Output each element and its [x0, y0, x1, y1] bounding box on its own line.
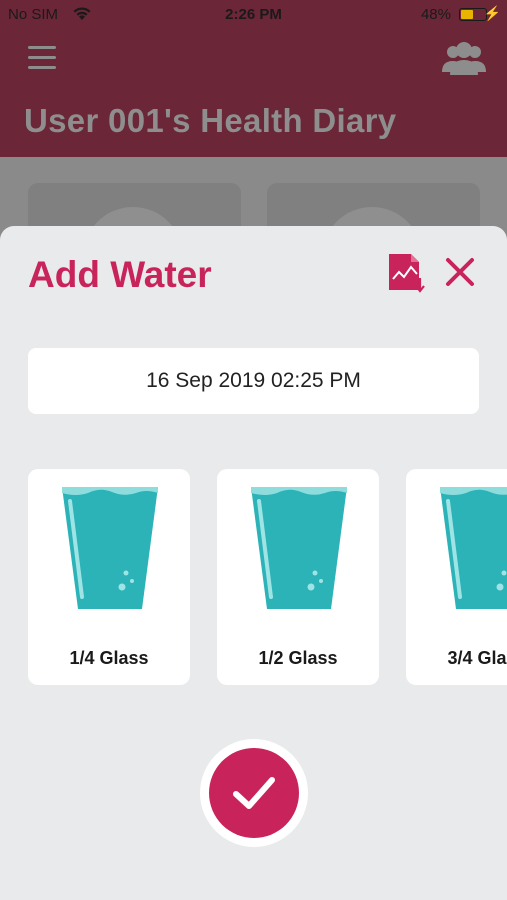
- page-title: User 001's Health Diary: [24, 102, 397, 139]
- glass-option-quarter[interactable]: 1/4 Glass: [28, 469, 190, 685]
- add-water-sheet: Add Water 16 Sep 2019 02:25 PM 1/4 Glass: [0, 226, 507, 900]
- users-group-icon[interactable]: [441, 40, 487, 76]
- hamburger-menu-icon[interactable]: [28, 46, 56, 70]
- battery-level: [461, 10, 473, 19]
- charging-bolt-icon: ⚡: [483, 5, 501, 21]
- datetime-picker[interactable]: 16 Sep 2019 02:25 PM: [28, 348, 479, 414]
- battery-percentage: 48%: [420, 6, 451, 23]
- checkmark-icon: [233, 777, 275, 809]
- water-glass-icon: [440, 487, 507, 609]
- glass-option-half[interactable]: 1/2 Glass: [217, 469, 379, 685]
- glass-option-label: 3/4 Glass: [447, 648, 507, 668]
- water-glass-icon: [251, 487, 347, 609]
- confirm-button[interactable]: [200, 739, 308, 847]
- report-document-icon[interactable]: [387, 252, 427, 294]
- glass-option-three-quarter[interactable]: 3/4 Glass: [406, 469, 507, 685]
- glass-option-label: 1/4 Glass: [69, 648, 149, 668]
- close-icon[interactable]: [444, 256, 476, 288]
- status-bar: No SIM 2:26 PM 48% ⚡: [0, 0, 507, 30]
- sheet-title: Add Water: [28, 254, 212, 295]
- app-header: User 001's Health Diary: [0, 30, 507, 157]
- glass-option-label: 1/2 Glass: [258, 648, 338, 668]
- water-glass-icon: [62, 487, 158, 609]
